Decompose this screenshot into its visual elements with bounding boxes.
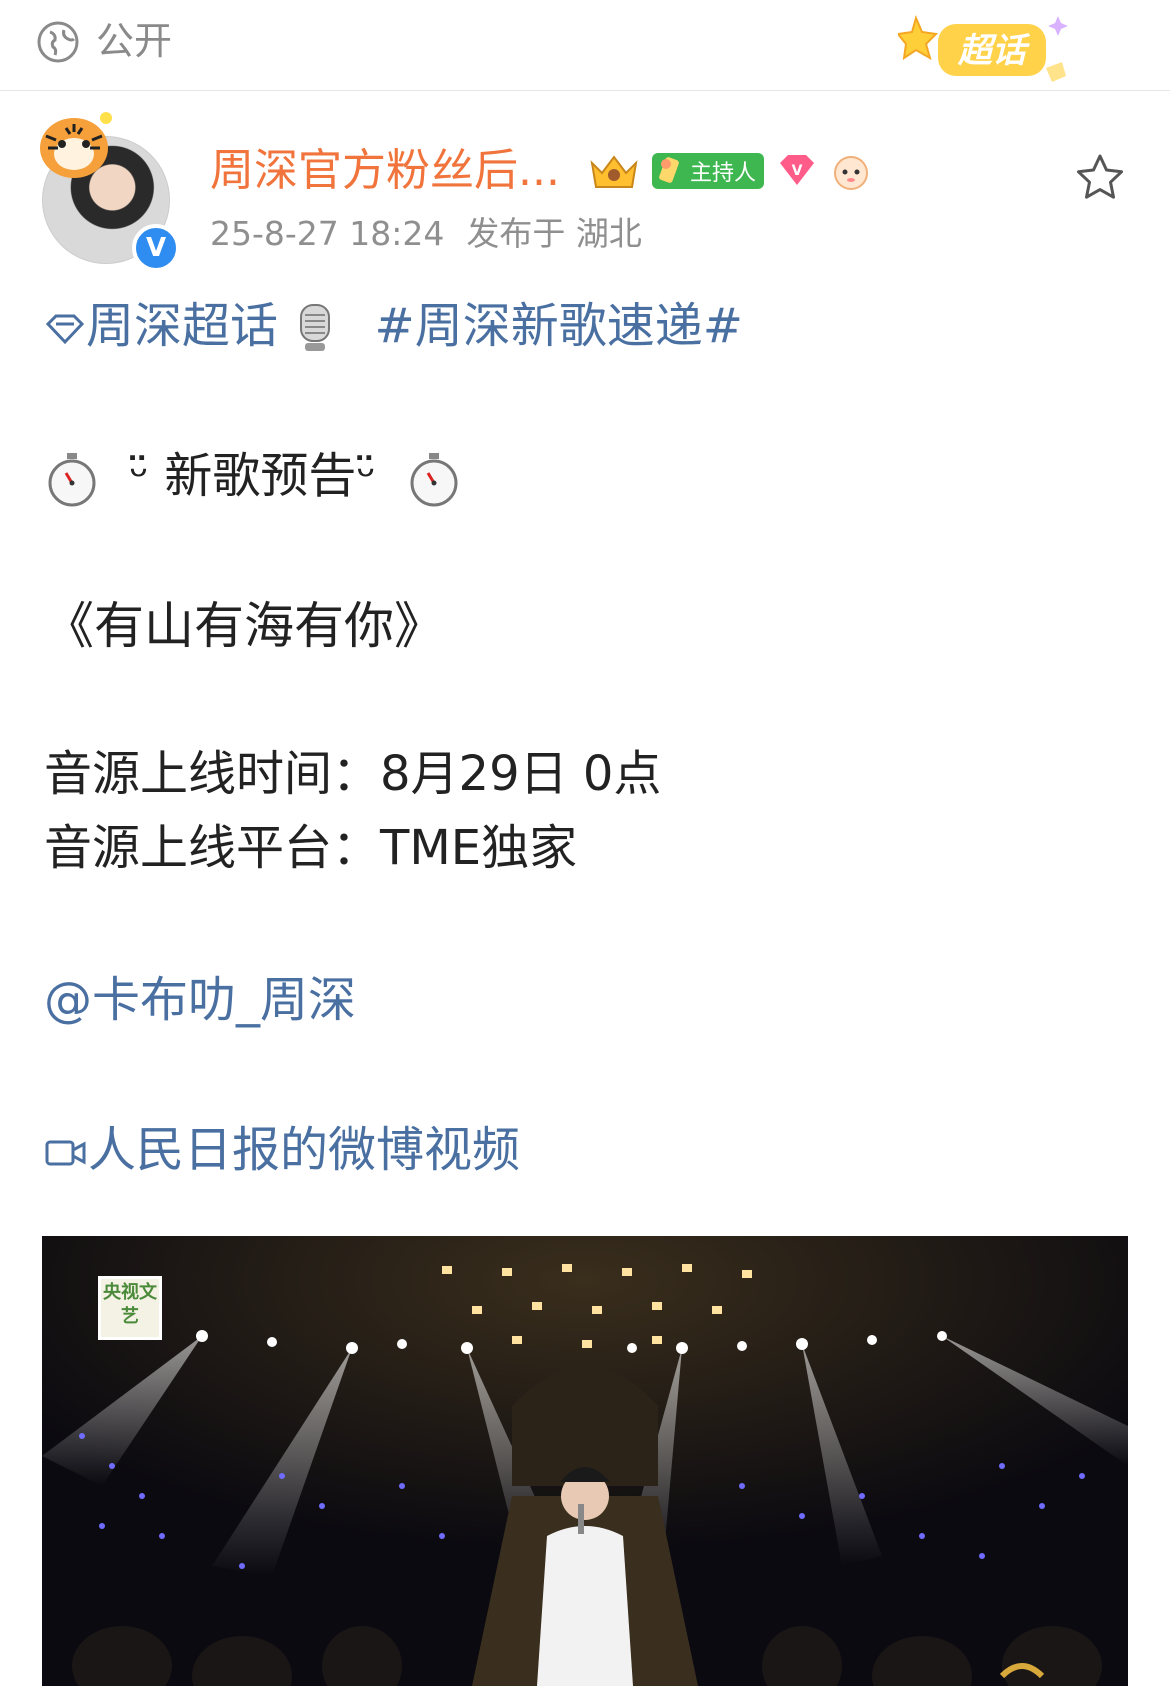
- video-frame: [42, 1236, 1128, 1686]
- author-avatar-group[interactable]: V: [36, 108, 180, 272]
- hashtag-link[interactable]: #周深新歌速递#: [375, 298, 743, 354]
- announcement-line: ᵕ̈ 新歌预告ᵕ̈: [44, 444, 462, 508]
- author-name[interactable]: 周深官方粉丝后...: [210, 142, 560, 200]
- svg-text:V: V: [792, 163, 803, 179]
- supertopic-badge-label: 超话: [957, 31, 1031, 71]
- host-badge-label: 主持人: [690, 161, 757, 186]
- video-player[interactable]: 央视文艺: [42, 1236, 1128, 1686]
- top-bar: 公开 超话: [0, 0, 1170, 91]
- stopwatch-icon: [48, 453, 96, 507]
- tiger-pendant-icon: [40, 112, 112, 178]
- video-camera-icon: [45, 1140, 86, 1166]
- supertopic-badge[interactable]: 超话: [898, 8, 1070, 88]
- microphone-icon: [300, 304, 331, 351]
- author-badges: 主持人 V: [586, 148, 872, 194]
- release-time-line: 音源上线时间：8月29日 0点: [44, 742, 661, 806]
- supertopic-link[interactable]: 周深超话: [86, 298, 278, 354]
- channel-logo: 央视文艺: [98, 1276, 162, 1340]
- release-time-value: 8月29日 0点: [380, 746, 662, 802]
- release-platform-line: 音源上线平台：TME独家: [44, 816, 577, 880]
- post-timestamp: 25-8-27 18:24: [210, 214, 445, 253]
- host-badge: 主持人: [652, 153, 765, 189]
- star-favorite-icon[interactable]: [1074, 152, 1126, 204]
- announcement-text: ᵕ̈ 新歌预告ᵕ̈: [129, 448, 377, 504]
- video-link-line[interactable]: 人民日报的微博视频: [44, 1118, 520, 1182]
- post-meta: 25-8-27 18:24 发布于 湖北: [210, 212, 664, 256]
- topic-line: 周深超话 #周深新歌速递#: [44, 294, 743, 358]
- verified-badge-icon: V: [132, 224, 180, 272]
- post-location: 发布于 湖北: [466, 214, 642, 253]
- pencil-badge-icon: [659, 157, 679, 183]
- cute-face-badge-icon: [834, 156, 869, 190]
- crown-badge-icon: [590, 155, 638, 188]
- release-time-label: 音源上线时间：: [44, 746, 381, 802]
- visibility-label[interactable]: 公开: [96, 18, 172, 64]
- globe-icon: [37, 21, 79, 63]
- diamond-v-badge-icon: V: [780, 155, 815, 185]
- diamond-topic-icon: [45, 314, 85, 345]
- song-title: 《有山有海有你》: [44, 597, 444, 655]
- stopwatch-icon: [410, 453, 457, 507]
- video-link-label[interactable]: 人民日报的微博视频: [88, 1122, 520, 1178]
- mention-link[interactable]: @卡布叻_周深: [44, 968, 356, 1032]
- platform-label: 音源上线平台：: [44, 820, 381, 876]
- platform-value: TME独家: [380, 820, 578, 876]
